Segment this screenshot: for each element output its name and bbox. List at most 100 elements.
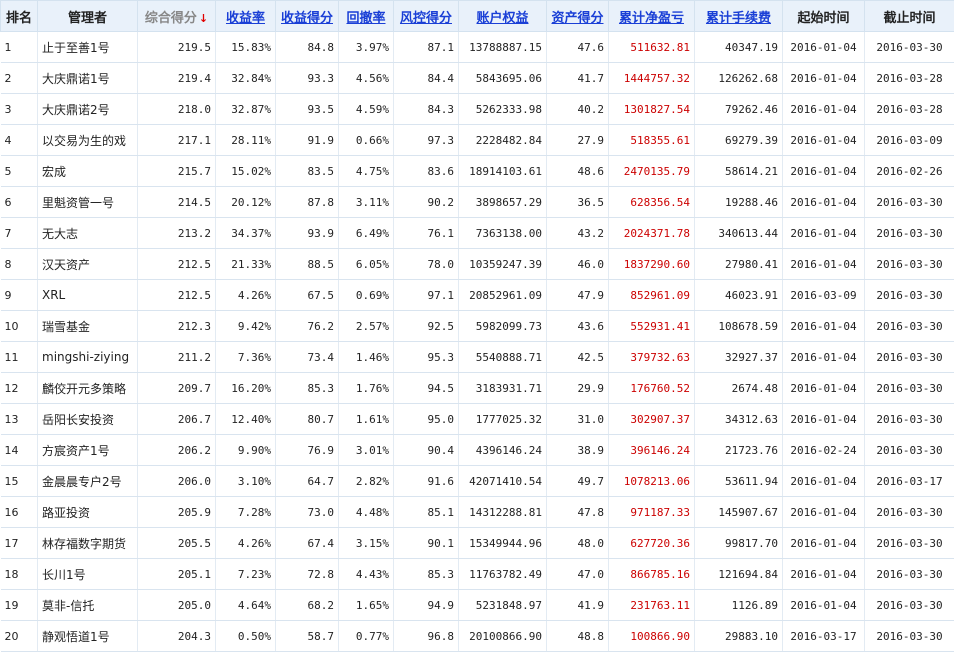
cell-start-date: 2016-02-24 — [783, 435, 865, 466]
cell-end-date: 2016-03-28 — [865, 63, 954, 94]
cell-asset-score: 43.2 — [547, 218, 609, 249]
cell-end-date: 2016-03-17 — [865, 466, 954, 497]
cell-drawdown-rate: 1.46% — [339, 342, 394, 373]
cell-asset-score: 47.0 — [547, 559, 609, 590]
cell-composite-score: 212.5 — [138, 280, 216, 311]
cell-return-rate: 16.20% — [216, 373, 276, 404]
cell-drawdown-rate: 6.49% — [339, 218, 394, 249]
cell-start-date: 2016-01-04 — [783, 342, 865, 373]
cell-risk-score: 85.1 — [394, 497, 459, 528]
cell-start-date: 2016-01-04 — [783, 32, 865, 63]
cell-asset-score: 36.5 — [547, 187, 609, 218]
cell-end-date: 2016-03-30 — [865, 249, 954, 280]
table-row: 5宏成215.715.02%83.54.75%83.618914103.6148… — [1, 156, 954, 187]
cell-composite-score: 212.5 — [138, 249, 216, 280]
cell-rank: 16 — [1, 497, 38, 528]
cell-account-equity: 4396146.24 — [459, 435, 547, 466]
cell-return-rate: 28.11% — [216, 125, 276, 156]
cell-asset-score: 31.0 — [547, 404, 609, 435]
cell-manager-name: 金晨晨专户2号 — [38, 466, 138, 497]
header-return-score[interactable]: 收益得分 — [276, 1, 339, 32]
table-row: 1止于至善1号219.515.83%84.83.97%87.113788887.… — [1, 32, 954, 63]
cell-end-date: 2016-03-30 — [865, 342, 954, 373]
cell-rank: 15 — [1, 466, 38, 497]
table-row: 16路亚投资205.97.28%73.04.48%85.114312288.81… — [1, 497, 954, 528]
cell-return-score: 93.9 — [276, 218, 339, 249]
cell-account-equity: 18914103.61 — [459, 156, 547, 187]
cell-manager-name: 无大志 — [38, 218, 138, 249]
cell-drawdown-rate: 0.69% — [339, 280, 394, 311]
cell-end-date: 2016-03-30 — [865, 497, 954, 528]
cell-return-score: 93.3 — [276, 63, 339, 94]
header-composite-score-label: 综合得分 — [145, 11, 197, 26]
cell-cumulative-pnl: 396146.24 — [609, 435, 695, 466]
cell-cumulative-fees: 126262.68 — [695, 63, 783, 94]
cell-risk-score: 76.1 — [394, 218, 459, 249]
header-return-rate[interactable]: 收益率 — [216, 1, 276, 32]
cell-account-equity: 5231848.97 — [459, 590, 547, 621]
cell-risk-score: 87.1 — [394, 32, 459, 63]
cell-composite-score: 206.2 — [138, 435, 216, 466]
cell-return-score: 80.7 — [276, 404, 339, 435]
cell-account-equity: 10359247.39 — [459, 249, 547, 280]
cell-asset-score: 49.7 — [547, 466, 609, 497]
cell-composite-score: 205.1 — [138, 559, 216, 590]
cell-manager-name: 莫非-信托 — [38, 590, 138, 621]
cell-start-date: 2016-01-04 — [783, 466, 865, 497]
cell-start-date: 2016-03-17 — [783, 621, 865, 652]
cell-drawdown-rate: 6.05% — [339, 249, 394, 280]
cell-start-date: 2016-01-04 — [783, 249, 865, 280]
cell-return-rate: 20.12% — [216, 187, 276, 218]
cell-return-score: 91.9 — [276, 125, 339, 156]
cell-manager-name: 大庆鼎诺1号 — [38, 63, 138, 94]
header-drawdown-rate[interactable]: 回撤率 — [339, 1, 394, 32]
table-row: 13岳阳长安投资206.712.40%80.71.61%95.01777025.… — [1, 404, 954, 435]
cell-return-rate: 3.10% — [216, 466, 276, 497]
cell-asset-score: 46.0 — [547, 249, 609, 280]
cell-account-equity: 5843695.06 — [459, 63, 547, 94]
cell-cumulative-pnl: 628356.54 — [609, 187, 695, 218]
header-cumulative-fees[interactable]: 累计手续费 — [695, 1, 783, 32]
cell-end-date: 2016-03-30 — [865, 218, 954, 249]
cell-cumulative-fees: 340613.44 — [695, 218, 783, 249]
cell-cumulative-pnl: 2024371.78 — [609, 218, 695, 249]
cell-return-score: 68.2 — [276, 590, 339, 621]
header-cumulative-pnl[interactable]: 累计净盈亏 — [609, 1, 695, 32]
cell-composite-score: 219.4 — [138, 63, 216, 94]
cell-rank: 2 — [1, 63, 38, 94]
cell-return-score: 67.5 — [276, 280, 339, 311]
cell-risk-score: 84.4 — [394, 63, 459, 94]
cell-end-date: 2016-03-30 — [865, 528, 954, 559]
cell-rank: 20 — [1, 621, 38, 652]
header-asset-score[interactable]: 资产得分 — [547, 1, 609, 32]
header-risk-score[interactable]: 风控得分 — [394, 1, 459, 32]
cell-account-equity: 2228482.84 — [459, 125, 547, 156]
cell-cumulative-fees: 27980.41 — [695, 249, 783, 280]
cell-cumulative-pnl: 1301827.54 — [609, 94, 695, 125]
cell-composite-score: 212.3 — [138, 311, 216, 342]
cell-cumulative-fees: 79262.46 — [695, 94, 783, 125]
cell-end-date: 2016-03-30 — [865, 435, 954, 466]
cell-return-rate: 9.42% — [216, 311, 276, 342]
cell-risk-score: 85.3 — [394, 559, 459, 590]
cell-asset-score: 47.9 — [547, 280, 609, 311]
cell-account-equity: 13788887.15 — [459, 32, 547, 63]
header-account-equity[interactable]: 账户权益 — [459, 1, 547, 32]
cell-rank: 14 — [1, 435, 38, 466]
cell-rank: 12 — [1, 373, 38, 404]
cell-risk-score: 96.8 — [394, 621, 459, 652]
cell-cumulative-fees: 29883.10 — [695, 621, 783, 652]
cell-account-equity: 20100866.90 — [459, 621, 547, 652]
cell-composite-score: 205.0 — [138, 590, 216, 621]
cell-drawdown-rate: 4.43% — [339, 559, 394, 590]
cell-return-score: 87.8 — [276, 187, 339, 218]
cell-risk-score: 91.6 — [394, 466, 459, 497]
cell-composite-score: 205.5 — [138, 528, 216, 559]
cell-return-score: 64.7 — [276, 466, 339, 497]
table-row: 4以交易为生的戏217.128.11%91.90.66%97.32228482.… — [1, 125, 954, 156]
cell-start-date: 2016-01-04 — [783, 187, 865, 218]
cell-cumulative-fees: 2674.48 — [695, 373, 783, 404]
header-composite-score[interactable]: 综合得分↓ — [138, 1, 216, 32]
cell-end-date: 2016-03-30 — [865, 187, 954, 218]
cell-cumulative-fees: 58614.21 — [695, 156, 783, 187]
